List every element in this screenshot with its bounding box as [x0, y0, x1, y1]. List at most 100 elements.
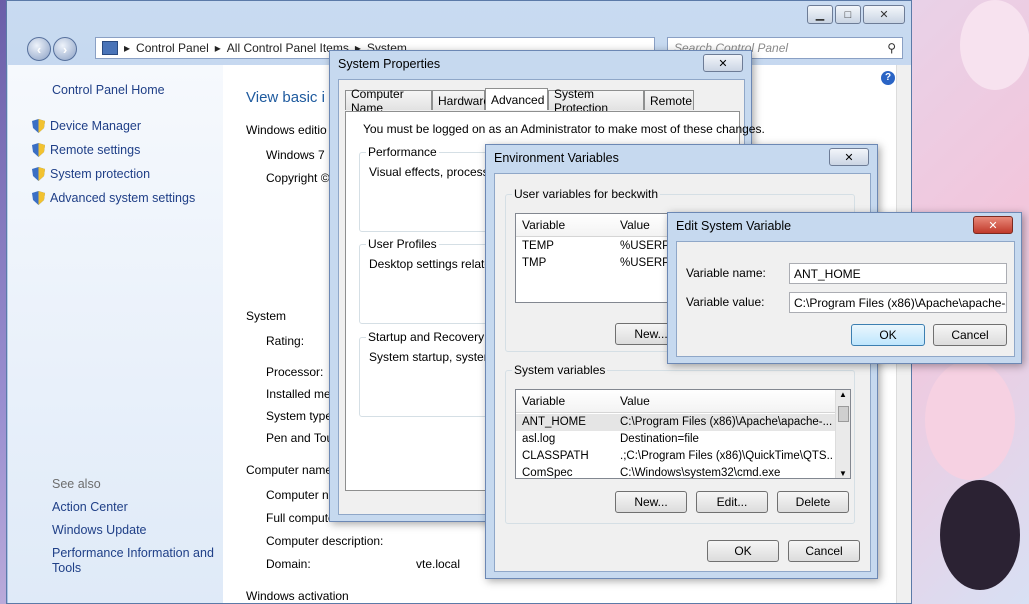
close-button[interactable]: ✕	[829, 148, 869, 166]
column-header-value[interactable]: Value	[620, 218, 650, 232]
column-header-variable[interactable]: Variable	[522, 394, 565, 408]
system-new-button[interactable]: New...	[615, 491, 687, 513]
dialog-title: Edit System Variable	[676, 219, 792, 233]
variable-value: C:\Program Files (x86)\Apache\apache-...	[620, 416, 833, 428]
system-variables-group: System variables Variable Value ANT_HOME…	[505, 363, 855, 524]
close-button[interactable]: ✕	[863, 5, 905, 24]
computer-name-label: Computer n	[266, 488, 329, 502]
action-center-link[interactable]: Action Center	[52, 500, 128, 514]
tab-advanced[interactable]: Advanced	[485, 88, 548, 110]
computer-description-label: Computer description:	[266, 534, 384, 548]
computer-name-heading: Computer name	[246, 463, 333, 477]
startup-recovery-heading: Startup and Recovery	[366, 330, 487, 344]
system-delete-button[interactable]: Delete	[777, 491, 849, 513]
column-header-variable[interactable]: Variable	[522, 218, 565, 232]
variable-name-label: Variable name:	[686, 266, 766, 280]
tab-computer-name[interactable]: Computer Name	[345, 87, 432, 115]
ok-button[interactable]: OK	[707, 540, 779, 562]
shield-icon	[32, 143, 45, 157]
user-profiles-heading: User Profiles	[366, 237, 439, 251]
variable-value: Destination=file	[620, 433, 699, 445]
windows-edition-heading: Windows editio	[246, 123, 327, 137]
vertical-scrollbar[interactable]: ▲ ▼	[835, 390, 850, 478]
sidebar-item-system-protection[interactable]: System protection	[32, 167, 150, 181]
breadcrumb-separator-icon: ▸	[124, 41, 131, 55]
installed-memory-label: Installed me	[266, 387, 331, 401]
performance-info-link[interactable]: Performance Information and Tools	[52, 546, 217, 576]
tab-remote[interactable]: Remote	[644, 90, 694, 110]
ok-button[interactable]: OK	[851, 324, 925, 346]
sidebar-item-label: Device Manager	[50, 119, 142, 133]
variable-value: .;C:\Program Files (x86)\QuickTime\QTS..…	[620, 450, 834, 462]
system-edit-button[interactable]: Edit...	[696, 491, 768, 513]
list-item[interactable]: ComSpec C:\Windows\system32\cmd.exe	[516, 465, 836, 479]
shield-icon	[32, 119, 45, 133]
search-icon: ⚲	[887, 41, 896, 55]
scroll-down-arrow-icon[interactable]: ▼	[836, 469, 850, 478]
system-type-label: System type	[266, 409, 333, 423]
windows-activation-heading: Windows activation	[246, 589, 349, 601]
sidebar-item-label: Remote settings	[50, 143, 141, 157]
breadcrumb-separator-icon: ▸	[214, 41, 221, 55]
list-header: Variable Value	[516, 390, 850, 413]
tab-system-protection[interactable]: System Protection	[548, 87, 644, 115]
forward-button[interactable]: ›	[53, 37, 77, 61]
sidebar: Control Panel Home Device Manager Remote…	[8, 65, 223, 603]
sidebar-item-device-manager[interactable]: Device Manager	[32, 119, 141, 133]
variable-name: asl.log	[522, 433, 556, 445]
sidebar-item-label: System protection	[50, 167, 151, 181]
system-heading: System	[246, 309, 287, 323]
close-button[interactable]: ✕	[973, 216, 1013, 234]
domain-label: Domain:	[266, 557, 311, 571]
list-item[interactable]: CLASSPATH .;C:\Program Files (x86)\Quick…	[516, 448, 836, 465]
domain-value: vte.local	[416, 557, 461, 571]
cancel-button[interactable]: Cancel	[933, 324, 1007, 346]
tab-strip: Computer Name Hardware Advanced System P…	[345, 87, 740, 115]
dialog-title: System Properties	[338, 57, 441, 71]
pen-touch-label: Pen and Tou	[266, 431, 334, 445]
shield-icon	[32, 191, 45, 205]
sidebar-item-remote-settings[interactable]: Remote settings	[32, 143, 140, 157]
variable-name: TEMP	[522, 240, 554, 252]
close-button[interactable]: ✕	[703, 54, 743, 72]
variable-name: ANT_HOME	[522, 416, 586, 428]
user-variables-heading: User variables for beckwith	[512, 187, 661, 201]
column-header-value[interactable]: Value	[620, 394, 650, 408]
maximize-button[interactable]: □	[835, 5, 861, 24]
admin-notice: You must be logged on as an Administrato…	[363, 122, 765, 136]
minimize-button[interactable]: ▁	[807, 5, 833, 24]
dialog-title: Environment Variables	[494, 151, 619, 165]
control-panel-home-link[interactable]: Control Panel Home	[52, 83, 165, 97]
system-variables-heading: System variables	[512, 363, 608, 377]
back-button[interactable]: ‹	[27, 37, 51, 61]
control-panel-icon	[102, 41, 118, 55]
variable-value: C:\Windows\system32\cmd.exe	[620, 467, 781, 479]
variable-name-field[interactable]: ANT_HOME	[789, 263, 1007, 284]
window-caption-buttons: ▁ □ ✕	[807, 5, 905, 24]
variable-value-field[interactable]: C:\Program Files (x86)\Apache\apache-ant…	[789, 292, 1007, 313]
performance-text: Visual effects, processor	[369, 165, 500, 179]
dialog-body: Variable name: ANT_HOME Variable value: …	[676, 241, 1015, 357]
sidebar-item-advanced-system-settings[interactable]: Advanced system settings	[32, 191, 195, 205]
help-icon[interactable]: ?	[881, 71, 895, 85]
tab-hardware[interactable]: Hardware	[432, 90, 490, 110]
scroll-up-arrow-icon[interactable]: ▲	[836, 390, 850, 399]
windows-update-link[interactable]: Windows Update	[52, 523, 147, 537]
shield-icon	[32, 167, 45, 181]
sidebar-item-label: Advanced system settings	[50, 191, 196, 205]
copyright-text: Copyright ©	[266, 171, 330, 185]
cancel-button[interactable]: Cancel	[788, 540, 860, 562]
system-variables-list[interactable]: Variable Value ANT_HOME C:\Program Files…	[515, 389, 851, 479]
breadcrumb-control-panel[interactable]: Control Panel	[136, 41, 209, 55]
list-item[interactable]: ANT_HOME C:\Program Files (x86)\Apache\a…	[516, 414, 836, 431]
variable-name: CLASSPATH	[522, 450, 589, 462]
see-also-heading: See also	[52, 477, 101, 491]
variable-value-label: Variable value:	[686, 295, 765, 309]
scroll-thumb[interactable]	[838, 406, 849, 422]
rating-label: Rating:	[266, 334, 305, 348]
edit-system-variable-dialog: Edit System Variable ✕ Variable name: AN…	[667, 212, 1022, 364]
windows-version: Windows 7	[266, 148, 325, 162]
full-computer-name-label: Full compute	[266, 511, 335, 525]
variable-name: TMP	[522, 257, 547, 269]
list-item[interactable]: asl.log Destination=file	[516, 431, 836, 448]
